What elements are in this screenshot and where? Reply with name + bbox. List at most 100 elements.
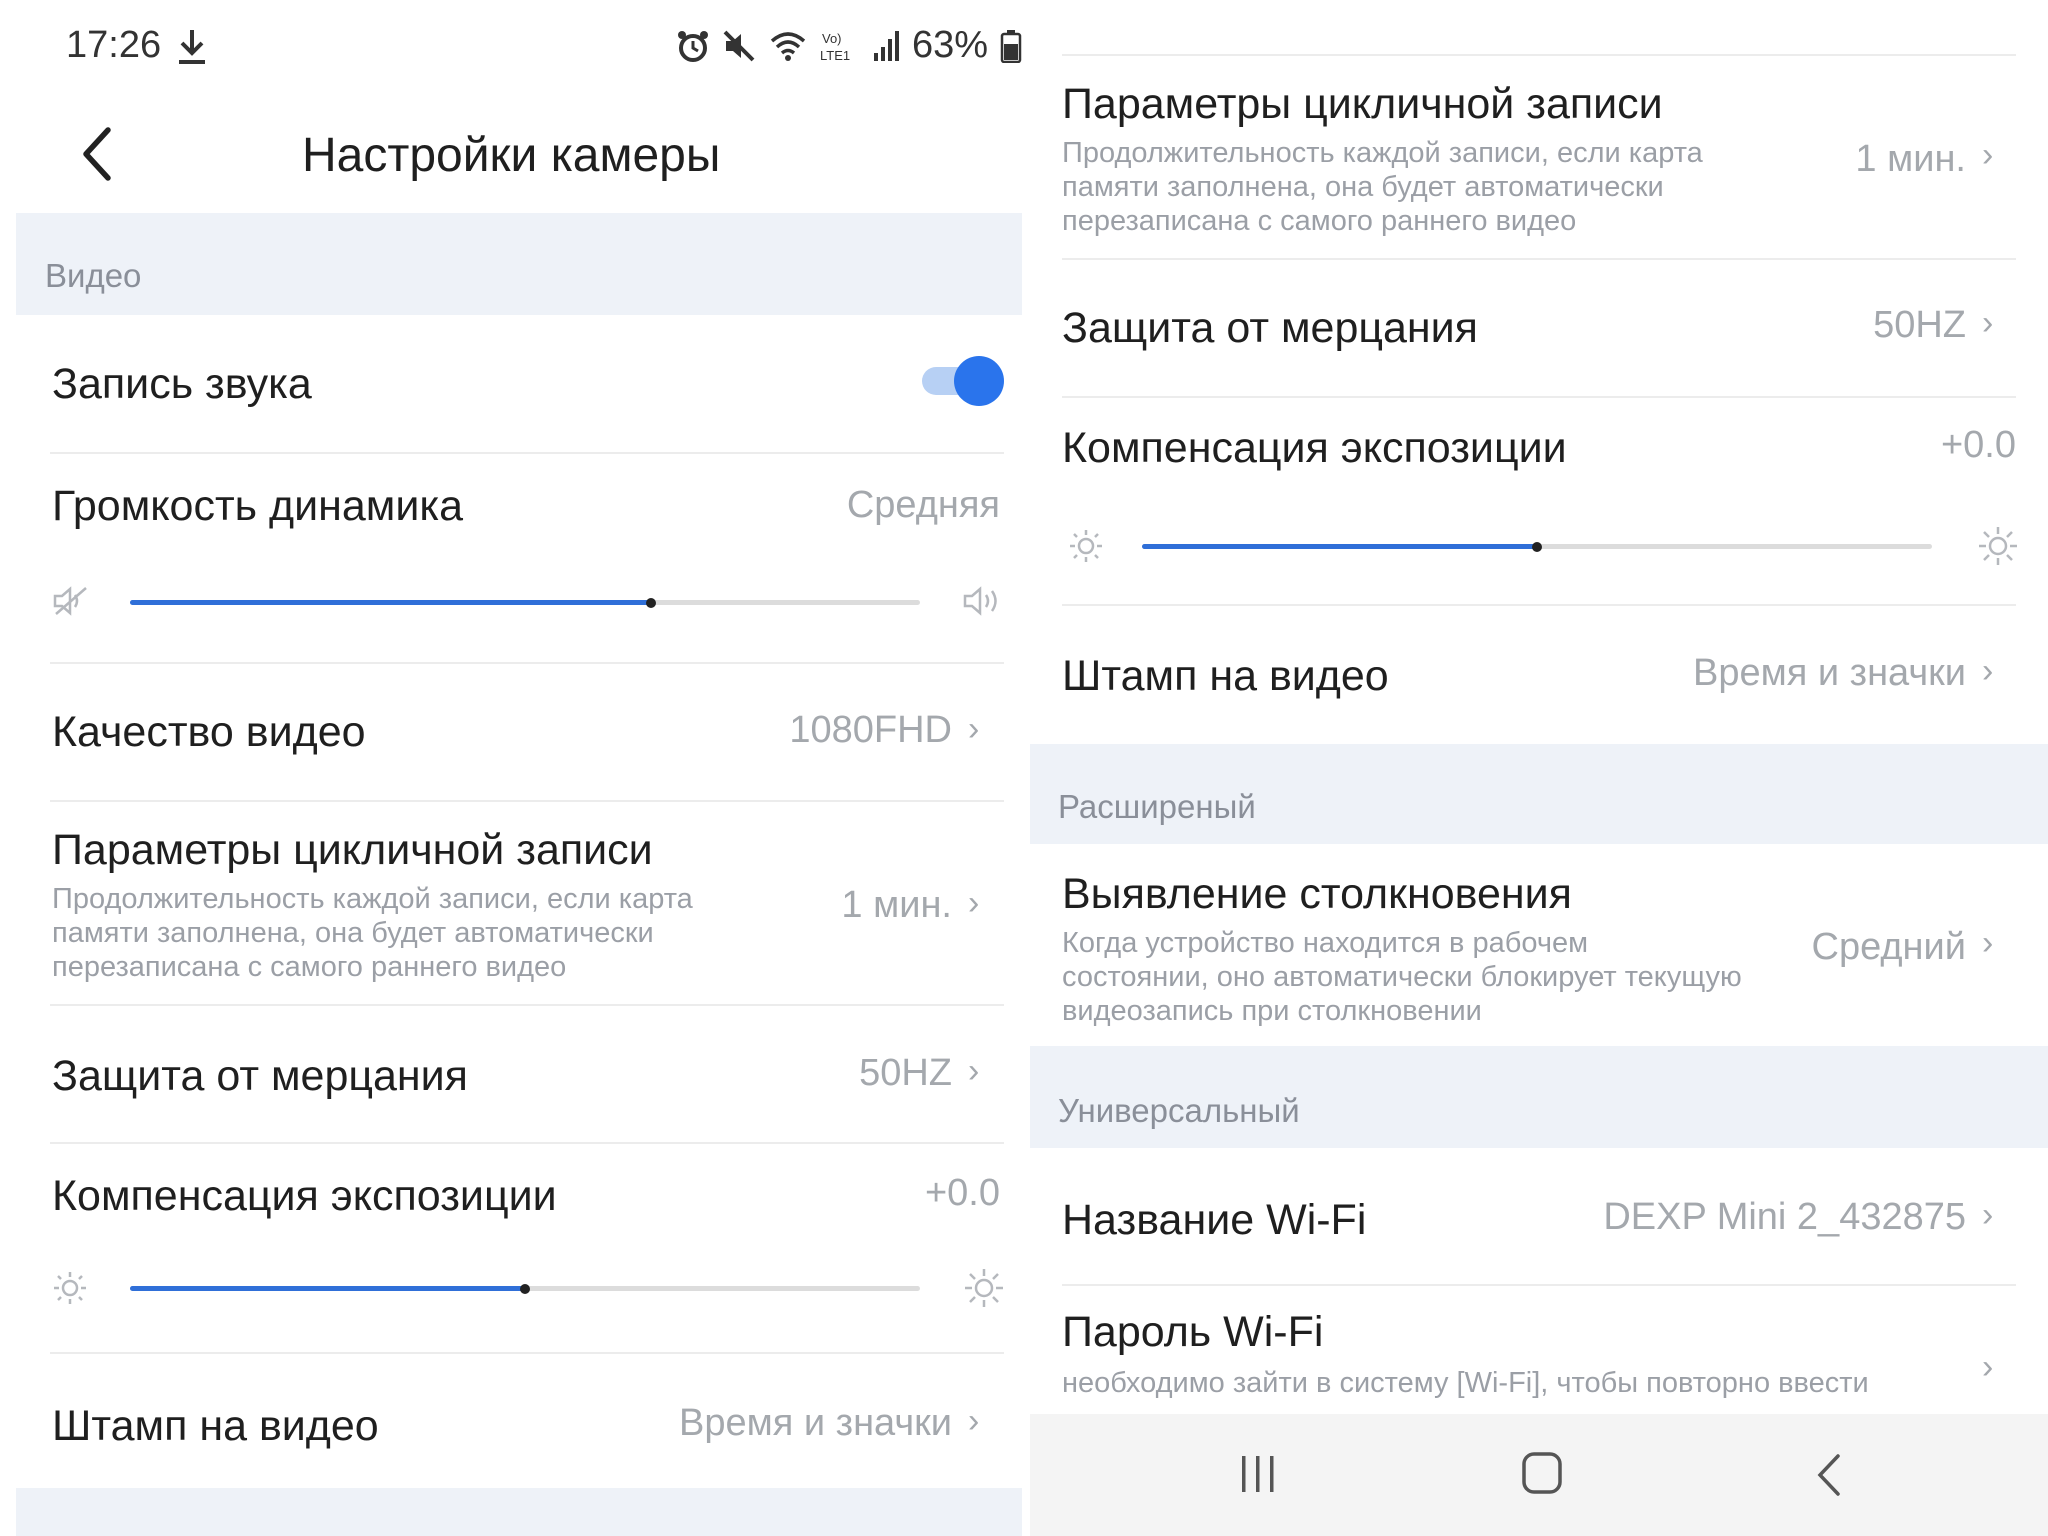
- sound-record-toggle[interactable]: [922, 356, 1004, 406]
- recents-icon[interactable]: [1238, 1452, 1278, 1496]
- section-label: Универсальный: [1058, 1092, 1300, 1129]
- chevron-right-icon: ›: [1982, 136, 1994, 174]
- setting-label: Название Wi-Fi: [1062, 1196, 1367, 1244]
- setting-exposure: Компенсация экспозиции +0.0: [0, 1144, 1030, 1354]
- setting-description-line: состоянии, оно автоматически блокирует т…: [1062, 961, 1742, 993]
- setting-loop-recording[interactable]: Параметры цикличной записи Продолжительн…: [0, 802, 1030, 1002]
- status-time: 17:26: [66, 24, 162, 66]
- system-nav-bar: [1030, 1414, 2048, 1536]
- setting-value: 50HZ: [859, 1052, 952, 1094]
- battery-icon: [1000, 29, 1022, 63]
- page-title: Настройки камеры: [302, 129, 721, 182]
- setting-sound-record: Запись звука: [0, 318, 1030, 452]
- chevron-right-icon: ›: [1982, 304, 1994, 342]
- chevron-right-icon: ›: [1982, 1348, 1994, 1386]
- setting-value: 50HZ: [1873, 304, 1966, 346]
- setting-video-stamp[interactable]: Штамп на видео Время и значки ›: [1030, 606, 2048, 742]
- back-nav-icon[interactable]: [1814, 1452, 1844, 1498]
- setting-label: Штамп на видео: [52, 1402, 379, 1450]
- toggle-knob: [954, 356, 1004, 406]
- chevron-right-icon: ›: [1982, 1196, 1994, 1234]
- chevron-right-icon: ›: [968, 710, 980, 748]
- setting-label: Компенсация экспозиции: [1062, 424, 1567, 472]
- home-icon[interactable]: [1520, 1450, 1564, 1498]
- setting-description-line: необходимо зайти в систему [Wi-Fi], чтоб…: [1062, 1367, 1869, 1399]
- setting-label: Выявление столкновения: [1062, 870, 1572, 918]
- brightness-high-icon: [1979, 527, 2017, 565]
- setting-wifi-password[interactable]: Пароль Wi-Fi необходимо зайти в систему …: [1030, 1286, 2048, 1414]
- setting-value: +0.0: [1940, 424, 2016, 466]
- setting-description-line: Продолжительность каждой записи, если ка…: [1062, 137, 1703, 169]
- setting-label: Защита от мерцания: [52, 1052, 468, 1100]
- setting-description-line: видеозапись при столкновении: [1062, 995, 1482, 1027]
- setting-description-line: перезаписана с самого раннего видео: [1062, 205, 1577, 237]
- right-screen: Параметры цикличной записи Продолжительн…: [1030, 0, 2048, 1536]
- setting-value: Средний: [1811, 926, 1967, 968]
- setting-value: Время и значки: [678, 1402, 952, 1444]
- brightness-low-icon: [54, 1272, 86, 1304]
- setting-label: Защита от мерцания: [1062, 304, 1478, 352]
- setting-description-line: Когда устройство находится в рабочем: [1062, 927, 1589, 959]
- setting-loop-recording[interactable]: Параметры цикличной записи Продолжительн…: [1030, 56, 2048, 258]
- setting-value: DEXP Mini 2_432875: [1603, 1196, 1966, 1238]
- slider-knob[interactable]: [520, 1284, 530, 1294]
- slider-fill: [1142, 544, 1537, 549]
- setting-label: Качество видео: [52, 708, 366, 756]
- download-icon: [179, 30, 205, 64]
- setting-label: Пароль Wi-Fi: [1062, 1308, 1324, 1356]
- chevron-right-icon: ›: [968, 884, 980, 922]
- setting-flicker[interactable]: Защита от мерцания 50HZ ›: [0, 1006, 1030, 1140]
- volte-icon: Vo) LTE1: [820, 31, 850, 63]
- section-universal: Универсальный: [1030, 1046, 2048, 1148]
- setting-value: Время и значки: [1692, 652, 1966, 694]
- wifi-icon: [770, 31, 806, 61]
- brightness-high-icon: [965, 1269, 1003, 1307]
- svg-text:Vo): Vo): [822, 31, 842, 46]
- setting-label: Параметры цикличной записи: [52, 826, 653, 874]
- setting-value: 1 мин.: [841, 884, 952, 926]
- setting-value: +0.0: [924, 1172, 1000, 1214]
- setting-value: Средняя: [846, 484, 1000, 526]
- setting-flicker[interactable]: Защита от мерцания 50HZ ›: [1030, 260, 2048, 396]
- volume-high-icon: [963, 586, 997, 616]
- slider-fill: [130, 1286, 525, 1291]
- setting-label: Параметры цикличной записи: [1062, 80, 1663, 128]
- setting-description-line: памяти заполнена, она будет автоматическ…: [52, 917, 654, 949]
- setting-exposure: Компенсация экспозиции +0.0: [1030, 398, 2048, 604]
- setting-description-line: Продолжительность каждой записи, если ка…: [52, 883, 693, 915]
- setting-label: Компенсация экспозиции: [52, 1172, 557, 1220]
- slider-knob[interactable]: [646, 598, 656, 608]
- chevron-right-icon: ›: [1982, 652, 1994, 690]
- section-advanced: Расширеный: [1030, 744, 2048, 844]
- section-label: Видео: [45, 257, 142, 294]
- section-next: [16, 1488, 1022, 1536]
- setting-collision-detection[interactable]: Выявление столкновения Когда устройство …: [1030, 846, 2048, 1046]
- setting-description-line: памяти заполнена, она будет автоматическ…: [1062, 171, 1664, 203]
- alarm-icon: [678, 30, 708, 62]
- signal-icon: [874, 30, 899, 61]
- setting-video-quality[interactable]: Качество видео 1080FHD ›: [0, 664, 1030, 798]
- brightness-low-icon: [1070, 530, 1102, 562]
- setting-label: Штамп на видео: [1062, 652, 1389, 700]
- section-video: Видео: [16, 213, 1022, 315]
- mute-icon: [723, 30, 755, 61]
- svg-text:LTE1: LTE1: [820, 48, 850, 63]
- slider-knob[interactable]: [1532, 542, 1542, 552]
- exposure-slider[interactable]: [130, 1284, 920, 1304]
- setting-label: Запись звука: [52, 360, 312, 408]
- chevron-right-icon: ›: [968, 1052, 980, 1090]
- chevron-right-icon: ›: [968, 1402, 980, 1440]
- volume-low-icon: [53, 586, 87, 616]
- slider-fill: [130, 600, 651, 605]
- left-screen: 17:26 Vo) LTE1 63% Настройки камеры Виде…: [0, 0, 1030, 1536]
- battery-percent: 63%: [912, 24, 989, 66]
- setting-video-stamp[interactable]: Штамп на видео Время и значки ›: [0, 1354, 1030, 1488]
- setting-description-line: перезаписана с самого раннего видео: [52, 951, 567, 983]
- setting-wifi-name[interactable]: Название Wi-Fi DEXP Mini 2_432875 ›: [1030, 1150, 2048, 1284]
- back-icon[interactable]: [78, 126, 114, 182]
- exposure-slider[interactable]: [1142, 542, 1932, 562]
- section-label: Расширеный: [1058, 788, 1256, 825]
- setting-value: 1 мин.: [1855, 138, 1966, 180]
- status-icons: Vo) LTE1 63%: [676, 24, 1022, 67]
- volume-slider[interactable]: [130, 598, 920, 618]
